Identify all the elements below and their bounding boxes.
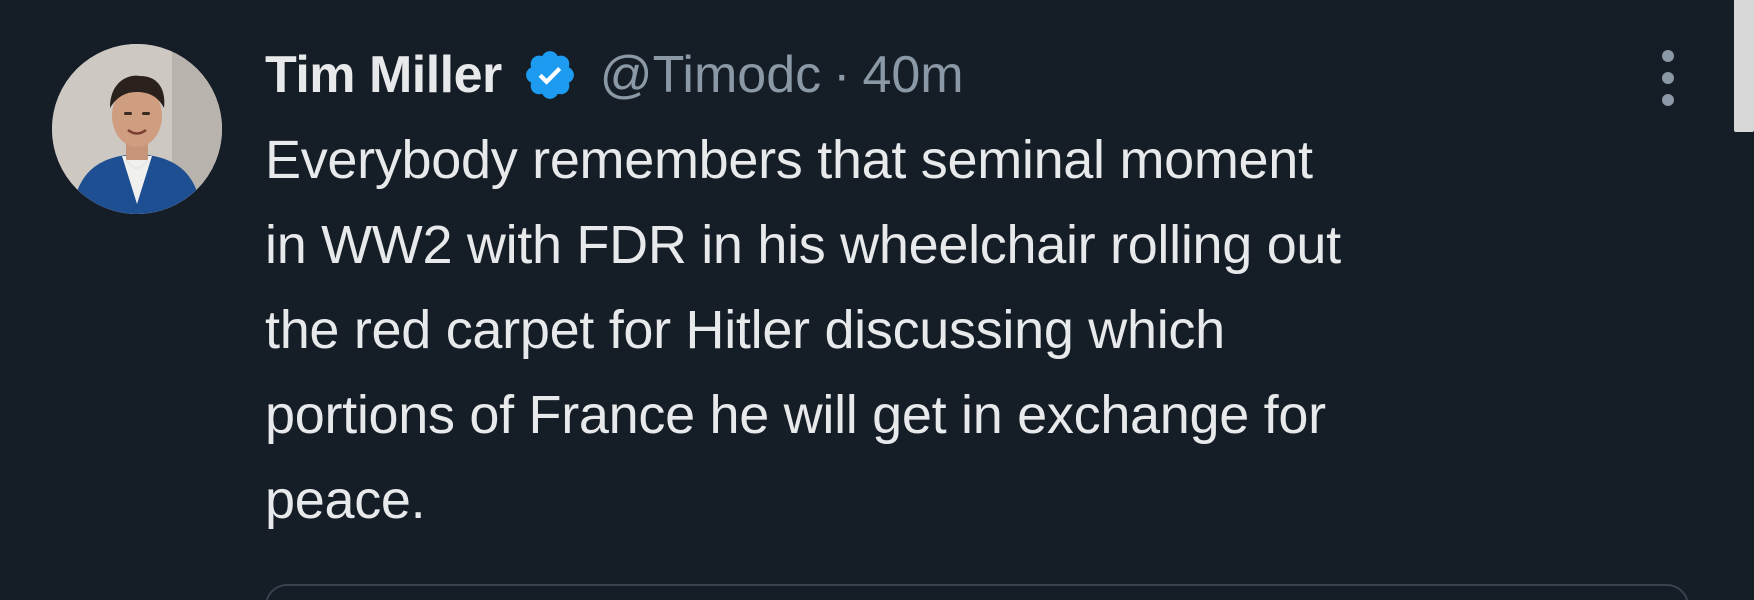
- verified-badge-icon[interactable]: [522, 47, 578, 103]
- tweet-header: Tim Miller @Timodc · 40m: [265, 40, 964, 110]
- more-vertical-icon[interactable]: [1656, 50, 1680, 106]
- display-name[interactable]: Tim Miller: [265, 45, 502, 105]
- profile-photo-icon: [52, 44, 222, 214]
- tweet-screenshot: Tim Miller @Timodc · 40m Everybody remem…: [0, 0, 1754, 600]
- timestamp[interactable]: 40m: [862, 45, 963, 105]
- separator-dot: ·: [833, 46, 851, 104]
- avatar[interactable]: [52, 44, 222, 214]
- embedded-card[interactable]: [265, 584, 1689, 600]
- user-handle[interactable]: @Timodc: [600, 45, 821, 105]
- scrollbar[interactable]: [1734, 0, 1754, 132]
- tweet-text: Everybody remembers that seminal moment …: [265, 130, 1341, 530]
